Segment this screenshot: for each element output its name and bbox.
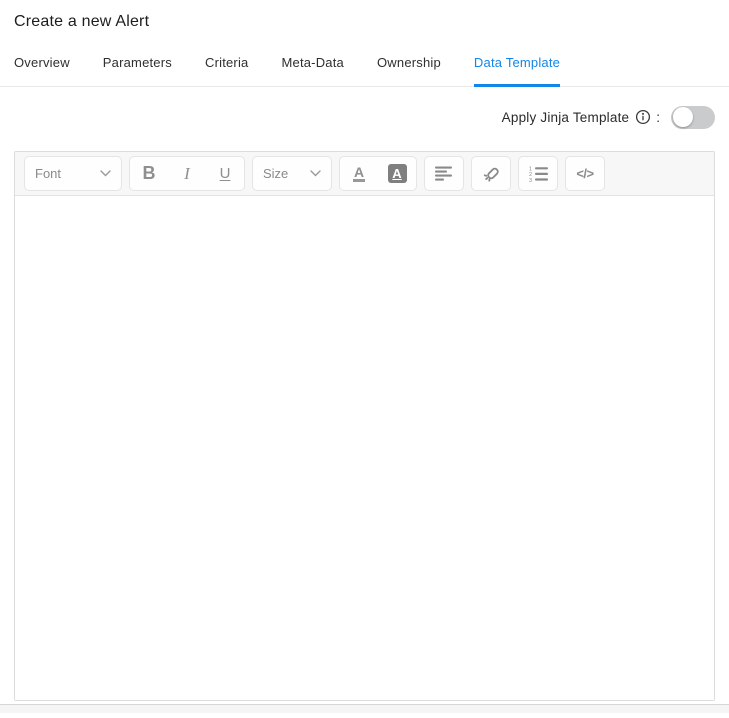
link-icon: [481, 163, 502, 184]
bottom-strip: [0, 704, 729, 713]
color-group: A A: [339, 156, 417, 191]
tab-criteria[interactable]: Criteria: [205, 55, 249, 87]
chevron-down-icon: [310, 170, 321, 177]
underline-button[interactable]: U: [206, 157, 244, 190]
tab-ownership[interactable]: Ownership: [377, 55, 441, 87]
editor-content[interactable]: [15, 196, 714, 700]
jinja-toggle[interactable]: [671, 106, 715, 129]
italic-glyph: I: [184, 164, 190, 184]
text-style-group: B I U: [129, 156, 245, 191]
align-button[interactable]: [424, 156, 464, 191]
info-icon[interactable]: [635, 109, 651, 125]
page-title: Create a new Alert: [14, 13, 715, 31]
apply-jinja-colon: :: [656, 110, 660, 125]
font-size-dropdown[interactable]: Size: [252, 156, 332, 191]
font-family-dropdown[interactable]: Font: [24, 156, 122, 191]
code-view-button[interactable]: </>: [565, 156, 605, 191]
italic-button[interactable]: I: [168, 157, 206, 190]
rich-text-editor: Font B I U Size: [14, 151, 715, 701]
ordered-list-icon: 1 2 3: [529, 166, 548, 182]
svg-text:3: 3: [529, 177, 532, 181]
apply-jinja-row: Apply Jinja Template :: [14, 105, 715, 129]
highlight-color-icon: A: [388, 164, 407, 183]
link-button[interactable]: [471, 156, 511, 191]
font-size-label: Size: [263, 166, 288, 181]
create-alert-page: Create a new Alert Overview Parameters C…: [0, 13, 729, 701]
font-color-button[interactable]: A: [340, 157, 378, 190]
highlight-color-button[interactable]: A: [378, 157, 416, 190]
underline-glyph: U: [220, 165, 231, 182]
tab-meta-data[interactable]: Meta-Data: [281, 55, 344, 87]
bold-glyph: B: [143, 163, 156, 184]
tab-bar: Overview Parameters Criteria Meta-Data O…: [0, 55, 729, 87]
code-view-icon: </>: [576, 166, 593, 181]
ordered-list-button[interactable]: 1 2 3: [518, 156, 558, 191]
chevron-down-icon: [100, 170, 111, 177]
font-family-label: Font: [35, 166, 61, 181]
toggle-knob: [673, 107, 693, 127]
tab-overview[interactable]: Overview: [14, 55, 70, 87]
tab-data-template[interactable]: Data Template: [474, 55, 560, 87]
align-left-icon: [435, 166, 453, 181]
bold-button[interactable]: B: [130, 157, 168, 190]
editor-toolbar: Font B I U Size: [15, 152, 714, 196]
tab-parameters[interactable]: Parameters: [103, 55, 172, 87]
apply-jinja-label: Apply Jinja Template: [502, 110, 630, 125]
font-color-icon: A: [353, 165, 365, 183]
